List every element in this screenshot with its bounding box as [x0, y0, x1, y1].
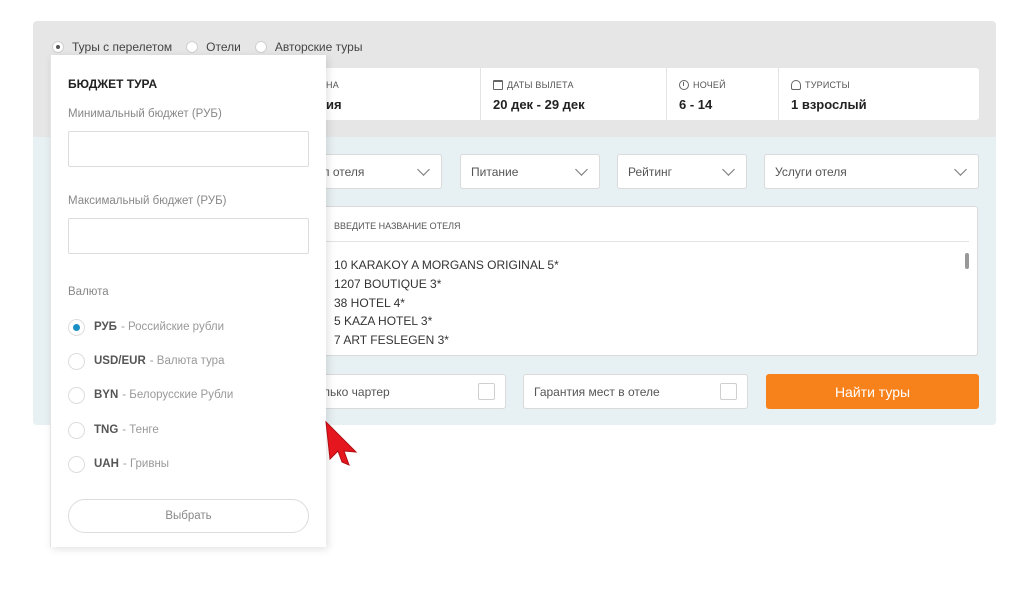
clock-icon: [679, 80, 689, 90]
radio-selected-icon: [68, 318, 85, 336]
currency-option-tng[interactable]: TNG - Тенге: [68, 421, 159, 439]
tour-type-selector: Туры с перелетом Отели Авторские туры: [52, 38, 376, 56]
nights-value: 6 - 14: [679, 97, 713, 112]
currency-name: - Гривны: [122, 458, 170, 470]
hotel-type-value: п отеля: [323, 164, 365, 179]
tourists-field[interactable]: ТУРИСТЫ 1 взрослый: [778, 68, 979, 120]
min-budget-input[interactable]: [68, 131, 309, 167]
hotel-list: 10 KARAKOY A MORGANS ORIGINAL 5* 1207 BO…: [334, 256, 559, 350]
food-select[interactable]: Питание: [460, 154, 600, 189]
radio-icon: [254, 41, 267, 53]
country-field[interactable]: НА ия: [314, 68, 475, 120]
choose-button[interactable]: Выбрать: [68, 499, 309, 533]
tour-type-label: Туры с перелетом: [72, 40, 173, 54]
currency-code: TNG: [94, 424, 119, 436]
nights-field[interactable]: НОЧЕЙ 6 - 14: [666, 68, 778, 120]
dates-field[interactable]: ДАТЫ ВЫЛЕТА 20 дек - 29 дек: [480, 68, 666, 120]
radio-icon: [68, 352, 85, 370]
rating-value: Рейтинг: [628, 164, 673, 179]
hotel-item[interactable]: 5 KAZA HOTEL 3*: [334, 312, 559, 331]
country-label: НА: [326, 80, 339, 90]
tour-type-label: Авторские туры: [274, 40, 363, 54]
country-value: ия: [326, 97, 342, 112]
find-tours-button[interactable]: Найти туры: [766, 374, 979, 409]
budget-dropdown: БЮДЖЕТ ТУРА Минимальный бюджет (РУБ) Мак…: [50, 55, 326, 547]
checkbox-icon: [478, 383, 495, 400]
radio-icon: [68, 455, 85, 473]
currency-option-uah[interactable]: UAH - Гривны: [68, 455, 169, 473]
tourists-label: ТУРИСТЫ: [805, 80, 850, 90]
tour-type-author[interactable]: Авторские туры: [254, 40, 363, 54]
currency-code: UAH: [94, 458, 119, 470]
currency-option-rub[interactable]: РУБ - Российские рубли: [68, 318, 224, 336]
hotel-item[interactable]: 10 KARAKOY A MORGANS ORIGINAL 5*: [334, 256, 559, 275]
guarantee-label: Гарантия мест в отеле: [534, 384, 660, 399]
currency-option-byn[interactable]: BYN - Белорусские Рубли: [68, 386, 233, 404]
currency-name: - Тенге: [122, 424, 159, 436]
hotel-type-select[interactable]: п отеля: [312, 154, 442, 189]
hotel-item[interactable]: 38 HOTEL 4*: [334, 294, 559, 313]
currency-code: BYN: [94, 389, 119, 401]
radio-icon: [68, 421, 85, 439]
scrollbar-thumb[interactable]: [965, 253, 969, 269]
chevron-down-icon: [417, 162, 430, 176]
food-value: Питание: [471, 164, 519, 179]
tourists-value: 1 взрослый: [791, 97, 867, 112]
currency-code: USD/EUR: [94, 355, 146, 367]
currency-name: - Валюта тура: [149, 355, 225, 367]
nights-label: НОЧЕЙ: [693, 80, 726, 90]
calendar-icon: [493, 80, 503, 90]
services-select[interactable]: Услуги отеля: [764, 154, 979, 189]
chevron-down-icon: [954, 162, 967, 176]
currency-name: - Белорусские Рубли: [122, 389, 234, 401]
radio-icon: [186, 41, 199, 53]
charter-only-label: лько чартер: [323, 384, 390, 399]
hotel-item[interactable]: 1207 BOUTIQUE 3*: [334, 275, 559, 294]
budget-title: БЮДЖЕТ ТУРА: [68, 77, 158, 91]
rating-select[interactable]: Рейтинг: [617, 154, 747, 189]
hotel-item[interactable]: 7 ART FESLEGEN 3*: [334, 331, 559, 350]
dates-label: ДАТЫ ВЫЛЕТА: [507, 80, 574, 90]
divider: [324, 241, 969, 242]
chevron-down-icon: [722, 162, 735, 176]
checkbox-icon: [720, 383, 737, 400]
guarantee-checkbox[interactable]: Гарантия мест в отеле: [523, 374, 748, 409]
user-icon: [791, 80, 801, 90]
currency-name: - Российские рубли: [120, 321, 225, 333]
chevron-down-icon: [575, 162, 588, 176]
max-budget-label: Максимальный бюджет (РУБ): [68, 195, 227, 207]
radio-icon: [68, 386, 85, 404]
min-budget-label: Минимальный бюджет (РУБ): [68, 108, 222, 120]
tour-type-label: Отели: [206, 40, 241, 54]
services-value: Услуги отеля: [775, 164, 847, 179]
tour-type-hotels[interactable]: Отели: [186, 40, 241, 54]
hotel-search-input[interactable]: ВВЕДИТЕ НАЗВАНИЕ ОТЕЛЯ: [334, 221, 461, 231]
max-budget-input[interactable]: [68, 218, 309, 254]
currency-code: РУБ: [94, 321, 117, 333]
currency-label: Валюта: [68, 286, 109, 298]
hotel-list-panel: ВВЕДИТЕ НАЗВАНИЕ ОТЕЛЯ 10 KARAKOY A MORG…: [323, 206, 978, 356]
dates-value: 20 дек - 29 дек: [493, 97, 585, 112]
tour-type-flights[interactable]: Туры с перелетом: [52, 40, 172, 54]
currency-option-usd-eur[interactable]: USD/EUR - Валюта тура: [68, 352, 224, 370]
cursor-arrow-icon: [325, 420, 358, 466]
charter-only-checkbox[interactable]: лько чартер: [312, 374, 506, 409]
radio-selected-icon: [52, 41, 64, 53]
